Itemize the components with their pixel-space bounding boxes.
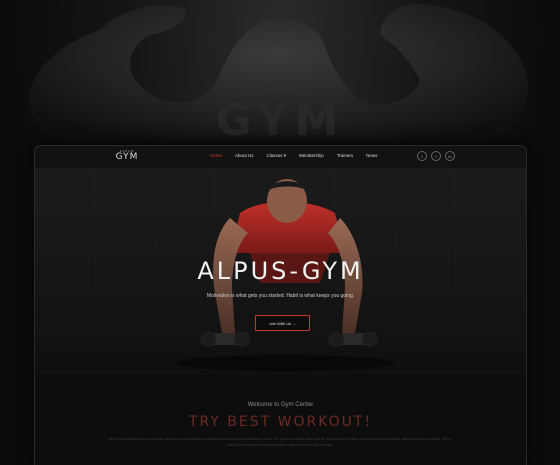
hero-title: ALPUS-GYM [197,257,364,285]
menu-item-home[interactable]: Home [210,153,222,159]
website-preview: ALPUS GYM Home About Us Classes ▾ Member… [35,146,526,465]
social-links: t f in [417,151,455,161]
site-logo[interactable]: ALPUS GYM [115,149,139,162]
menu-item-classes[interactable]: Classes ▾ [267,153,287,159]
logo-title: GYM [115,152,139,162]
linkedin-icon[interactable]: in [445,151,455,161]
twitter-icon[interactable]: t [417,151,427,161]
hero-subtitle: Motivation is what gets you started. Hab… [206,293,355,299]
welcome-section: Welcome to Gym Center TRY BEST WORKOUT! … [35,374,526,465]
hero-section: ALPUS-GYM Motivation is what gets you st… [35,168,526,373]
join-with-us-button[interactable]: Join With Us → [255,315,310,331]
menu-item-membership[interactable]: Membership [299,153,324,159]
welcome-text: Sed ut perspiciatis unde omnis iste natu… [108,437,452,447]
facebook-icon[interactable]: f [431,151,441,161]
menu-item-about-us[interactable]: About Us [235,153,254,159]
welcome-title: TRY BEST WORKOUT! [188,414,373,430]
menu-item-news[interactable]: News [366,153,377,159]
welcome-subtitle: Welcome to Gym Center [247,402,314,408]
main-menu: Home About Us Classes ▾ Membership Train… [210,153,390,159]
top-navbar: ALPUS GYM Home About Us Classes ▾ Member… [35,146,526,168]
menu-item-trainers[interactable]: Trainers [337,153,353,159]
background-gym-word: GYM [215,95,345,146]
